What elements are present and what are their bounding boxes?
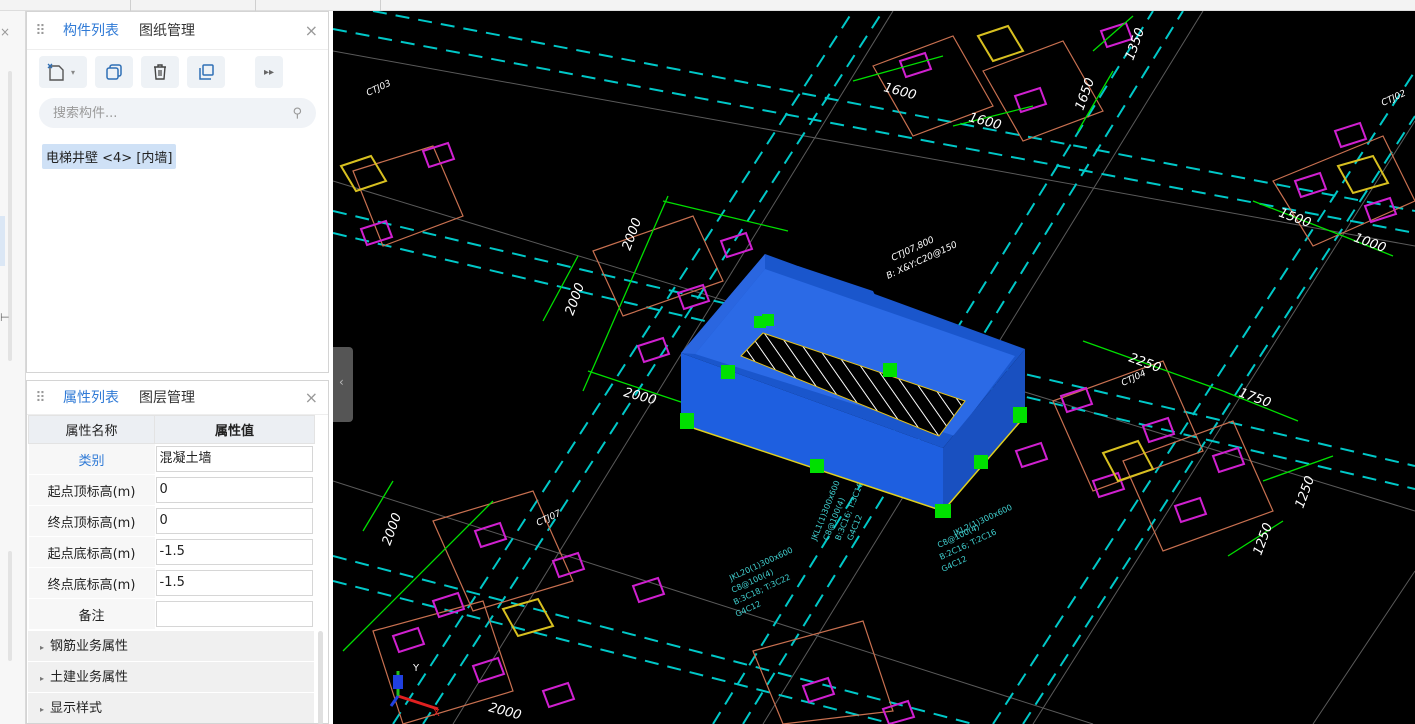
layer-copy-icon bbox=[199, 64, 214, 80]
tab-drawing-management[interactable]: 图纸管理 bbox=[129, 12, 205, 50]
chevron-right-icon: ▸ bbox=[40, 705, 45, 714]
component-list-item[interactable]: 电梯井壁 <4> [内墙] bbox=[42, 144, 177, 169]
drag-handle-icon[interactable]: ⠿ bbox=[27, 390, 53, 406]
property-value-field[interactable]: 混凝土墙 bbox=[155, 446, 313, 472]
tab-component-list[interactable]: 构件列表 bbox=[53, 12, 129, 50]
copy-icon bbox=[106, 64, 122, 80]
close-icon[interactable]: × bbox=[305, 21, 318, 40]
more-icon: ▸▸ bbox=[263, 66, 275, 78]
component-list-panel: ⠿ 构件列表 图纸管理 × ▾ ▸▸ ⚲ 电梯井壁 <4> [内墙] bbox=[26, 11, 329, 373]
svg-text:2000: 2000 bbox=[622, 385, 658, 408]
left-dock-edge: × ⊢ bbox=[0, 11, 26, 724]
property-list-panel: ⠿ 属性列表 图层管理 × 属性名称 属性值 类别 混凝土墙 起点顶标高(m) … bbox=[26, 380, 329, 724]
property-name: 起点底标高(m) bbox=[28, 536, 155, 568]
svg-text:2000: 2000 bbox=[563, 281, 588, 317]
property-name: 类别 bbox=[28, 443, 155, 475]
scrollbar[interactable] bbox=[318, 631, 323, 724]
column-header-name: 属性名称 bbox=[28, 415, 155, 444]
svg-text:CTJ03: CTJ03 bbox=[365, 79, 393, 99]
property-value-field[interactable]: -1.5 bbox=[155, 539, 313, 565]
layer-copy-button[interactable] bbox=[187, 56, 225, 88]
chevron-right-icon: ▸ bbox=[40, 674, 45, 683]
table-row: 起点底标高(m) -1.5 bbox=[28, 536, 315, 568]
new-component-button[interactable]: ▾ bbox=[39, 56, 87, 88]
property-table: 属性名称 属性值 类别 混凝土墙 起点顶标高(m) 0 终点顶标高(m) 0 起… bbox=[28, 415, 315, 630]
chevron-down-icon[interactable]: ▾ bbox=[71, 68, 75, 77]
table-row: 类别 混凝土墙 bbox=[28, 443, 315, 475]
elevator-shaft-wall-3d[interactable] bbox=[680, 254, 1026, 512]
chevron-right-icon: ▸ bbox=[40, 643, 45, 652]
property-value-field[interactable]: 0 bbox=[155, 477, 313, 503]
panel-collapse-toggle[interactable]: ‹ bbox=[333, 347, 353, 422]
top-tab-strip bbox=[0, 0, 1415, 11]
cad-3d-viewport[interactable]: 1600 1600 1650 1350 1500 1000 2000 2000 … bbox=[333, 11, 1415, 724]
more-button[interactable]: ▸▸ bbox=[255, 56, 283, 88]
component-search: ⚲ bbox=[39, 98, 316, 128]
search-icon[interactable]: ⚲ bbox=[292, 106, 302, 121]
axis-x-label: X bbox=[433, 708, 440, 719]
svg-text:1750: 1750 bbox=[1237, 386, 1273, 411]
column-header-value: 属性值 bbox=[154, 415, 315, 444]
delete-icon bbox=[154, 64, 166, 80]
group-civil-properties[interactable]: ▸ 土建业务属性 bbox=[28, 661, 314, 692]
group-display-style[interactable]: ▸ 显示样式 bbox=[28, 692, 314, 723]
table-row: 终点顶标高(m) 0 bbox=[28, 505, 315, 537]
property-value-field[interactable]: 0 bbox=[155, 508, 313, 534]
component-toolbar: ▾ ▸▸ bbox=[27, 50, 328, 94]
close-icon[interactable]: × bbox=[0, 25, 10, 39]
selected-indicator bbox=[0, 216, 5, 266]
svg-text:1250: 1250 bbox=[1251, 521, 1276, 557]
group-label: 钢筋业务属性 bbox=[50, 639, 129, 654]
svg-text:2000: 2000 bbox=[487, 700, 523, 723]
scrollbar[interactable] bbox=[8, 551, 12, 661]
delete-button[interactable] bbox=[141, 56, 179, 88]
svg-text:1000: 1000 bbox=[1352, 231, 1388, 256]
table-row: 终点底标高(m) -1.5 bbox=[28, 567, 315, 599]
axis-y-label: Y bbox=[412, 663, 420, 674]
tab-property-list[interactable]: 属性列表 bbox=[53, 381, 129, 415]
new-component-icon bbox=[47, 63, 64, 81]
svg-text:1600: 1600 bbox=[967, 110, 1003, 133]
close-icon[interactable]: × bbox=[305, 388, 318, 407]
svg-text:2000: 2000 bbox=[380, 511, 405, 547]
copy-button[interactable] bbox=[95, 56, 133, 88]
drawing-svg: 1600 1600 1650 1350 1500 1000 2000 2000 … bbox=[333, 11, 1415, 724]
property-name: 终点顶标高(m) bbox=[28, 505, 155, 537]
drag-handle-icon[interactable]: ⠿ bbox=[27, 23, 53, 39]
table-header: 属性名称 属性值 bbox=[28, 415, 315, 444]
chevron-left-icon: ‹ bbox=[339, 375, 344, 389]
property-panel-tabs: ⠿ 属性列表 图层管理 × bbox=[27, 381, 328, 415]
property-value-field[interactable] bbox=[155, 601, 313, 627]
svg-text:CTJ02: CTJ02 bbox=[1380, 89, 1408, 109]
table-row: 起点顶标高(m) 0 bbox=[28, 474, 315, 506]
dock-glyph: ⊢ bbox=[0, 311, 10, 324]
property-value-field[interactable]: -1.5 bbox=[155, 570, 313, 596]
svg-text:1500: 1500 bbox=[1277, 206, 1313, 231]
svg-text:1600: 1600 bbox=[882, 80, 918, 103]
svg-text:1350: 1350 bbox=[1123, 26, 1148, 62]
property-name: 终点底标高(m) bbox=[28, 567, 155, 599]
table-row: 备注 bbox=[28, 598, 315, 630]
property-name: 备注 bbox=[28, 598, 155, 630]
group-rebar-properties[interactable]: ▸ 钢筋业务属性 bbox=[28, 630, 314, 661]
group-label: 土建业务属性 bbox=[50, 670, 129, 685]
search-input[interactable] bbox=[53, 105, 253, 121]
svg-text:1250: 1250 bbox=[1293, 474, 1318, 510]
group-label: 显示样式 bbox=[50, 701, 103, 716]
component-panel-tabs: ⠿ 构件列表 图纸管理 × bbox=[27, 12, 328, 50]
property-name: 起点顶标高(m) bbox=[28, 474, 155, 506]
tab-layer-management[interactable]: 图层管理 bbox=[129, 381, 205, 415]
